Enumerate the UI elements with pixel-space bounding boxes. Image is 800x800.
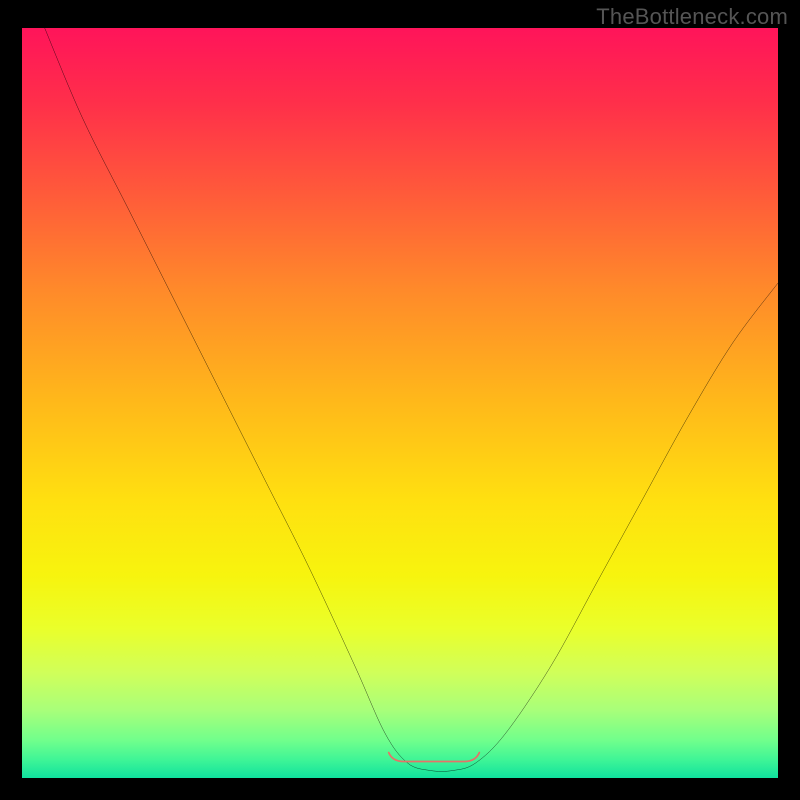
chart-frame: TheBottleneck.com	[0, 0, 800, 800]
optimal-range-highlight	[389, 753, 480, 762]
bottleneck-curve-path	[45, 28, 778, 771]
attribution-text: TheBottleneck.com	[596, 4, 788, 30]
bottleneck-curve	[22, 28, 778, 778]
plot-area	[22, 28, 778, 778]
